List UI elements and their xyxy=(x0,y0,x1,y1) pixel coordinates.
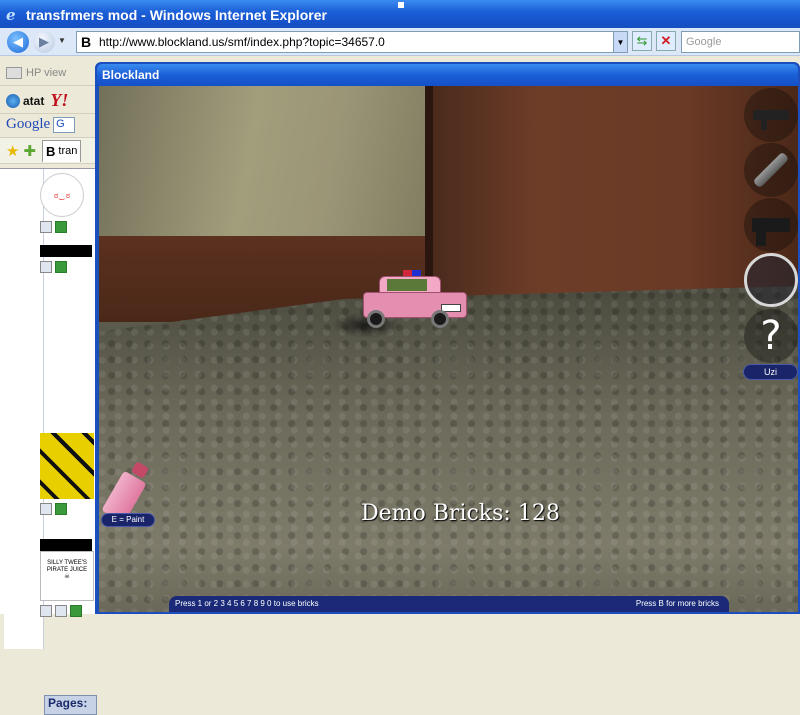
back-icon: ◀ xyxy=(13,34,23,49)
inventory-slot-selected[interactable] xyxy=(744,253,798,307)
favorites-bar: ★ ✚ Btran xyxy=(0,138,97,164)
post-avatar-1: ಠ‿ಠ xyxy=(40,173,97,233)
refresh-icon: ⇆ xyxy=(636,33,648,48)
brick-counter: Demo Bricks: 128 xyxy=(361,501,560,526)
inventory-slot-wrench[interactable] xyxy=(744,143,798,197)
browser-tab[interactable]: Btran xyxy=(42,139,82,162)
paint-hint: E = Paint xyxy=(101,513,155,527)
print-icon[interactable] xyxy=(55,605,67,617)
att-globe-icon xyxy=(6,93,20,108)
carpet-floor xyxy=(99,286,798,612)
wall-corner xyxy=(425,86,433,296)
post-avatar-4: SILLY TWEE'S PIRATE JUICE ☠ xyxy=(40,539,97,617)
back-button[interactable]: ◀ xyxy=(7,31,29,53)
brick-hint-right: Press B for more bricks xyxy=(635,599,719,608)
pages-label: Pages: xyxy=(44,695,97,715)
brick-hint-left: Press 1 or 2 3 4 5 6 7 8 9 0 to use bric… xyxy=(175,599,319,608)
forum-page: ಠ‿ಠ SILLY TWEE'S PIRATE JUICE ☠ Pages: xyxy=(0,168,97,715)
hp-view-icon xyxy=(6,66,22,79)
question-mark-icon: ? xyxy=(760,313,782,359)
att-label: atat xyxy=(23,93,45,108)
pink-car-vehicle[interactable] xyxy=(357,270,473,332)
edit-icon[interactable] xyxy=(70,605,82,617)
att-toolbar[interactable]: atat Y! xyxy=(0,88,97,114)
star-icon[interactable]: ★ xyxy=(6,142,19,160)
hp-view-label: HP view xyxy=(26,66,67,79)
inventory-slot-unknown[interactable]: ? xyxy=(744,309,798,363)
wood-wall xyxy=(429,86,798,296)
profile-icon[interactable] xyxy=(40,605,52,617)
tab-favicon: B xyxy=(46,143,56,159)
profile-icon[interactable] xyxy=(40,261,52,273)
google-logo: Google xyxy=(6,116,51,132)
add-favorite-icon[interactable]: ✚ xyxy=(23,142,36,160)
post-icons xyxy=(40,221,97,233)
blockland-title-bar[interactable]: Blockland xyxy=(97,64,798,86)
refresh-button[interactable]: ⇆ xyxy=(632,31,652,51)
car-window xyxy=(387,279,427,291)
edit-icon[interactable] xyxy=(55,261,67,273)
ie-logo-icon: e xyxy=(6,6,16,24)
plaster-wall xyxy=(99,86,431,236)
game-viewport[interactable]: ? Uzi E = Paint Demo Bricks: 128 Press 1… xyxy=(99,86,798,612)
brick-hint-bar: Press 1 or 2 3 4 5 6 7 8 9 0 to use bric… xyxy=(169,596,729,612)
wrench-icon xyxy=(752,151,790,189)
forward-icon: ▶ xyxy=(39,34,49,49)
stop-button[interactable]: ✕ xyxy=(656,31,676,51)
profile-icon[interactable] xyxy=(40,221,52,233)
website-icon[interactable] xyxy=(55,221,67,233)
address-url: http://www.blockland.us/smf/index.php?to… xyxy=(99,35,385,49)
selected-tool-label: Uzi xyxy=(743,364,798,380)
pirate-juice-avatar: SILLY TWEE'S PIRATE JUICE ☠ xyxy=(40,551,94,601)
yahoo-logo[interactable]: Y! xyxy=(50,90,68,111)
assault-rifle-icon xyxy=(753,110,789,130)
window-title: transfrmers mod - Windows Internet Explo… xyxy=(26,7,327,23)
inventory-slot-pistol[interactable] xyxy=(744,198,798,252)
site-favicon: B xyxy=(81,34,92,50)
post-icons xyxy=(40,605,97,617)
post-icons xyxy=(40,261,97,273)
hp-view-toolbar[interactable]: HP view xyxy=(0,60,97,86)
address-toolbar: ◀ ▶ ▼ B http://www.blockland.us/smf/inde… xyxy=(0,28,800,56)
avatar: ಠ‿ಠ xyxy=(40,173,84,217)
address-bar[interactable]: B http://www.blockland.us/smf/index.php?… xyxy=(76,31,628,53)
post-avatar-2 xyxy=(40,245,97,273)
car-wheel xyxy=(367,310,385,328)
google-toolbar: Google G xyxy=(0,112,97,138)
pirate-text: SILLY TWEE'S PIRATE JUICE xyxy=(46,560,88,573)
title-marker xyxy=(398,2,404,8)
edit-icon[interactable] xyxy=(55,503,67,515)
redacted-name xyxy=(40,539,92,551)
post-avatar-3 xyxy=(40,433,97,515)
inventory-slot-rifle[interactable] xyxy=(744,88,798,142)
stop-icon: ✕ xyxy=(660,33,672,48)
search-input[interactable]: Google xyxy=(681,31,800,53)
forum-side-column xyxy=(4,169,44,649)
profile-icon[interactable] xyxy=(40,503,52,515)
address-dropdown[interactable]: ▼ xyxy=(613,32,627,52)
browser-background: HP view atat Y! Google G ★ ✚ Btran ಠ‿ಠ S… xyxy=(0,56,97,715)
pistol-icon xyxy=(752,218,790,246)
avatar xyxy=(40,433,94,499)
post-icons xyxy=(40,503,97,515)
history-dropdown[interactable]: ▼ xyxy=(58,36,66,45)
blockland-window[interactable]: Blockland ? Uzi E = Paint Demo Bricks: 1… xyxy=(95,62,800,614)
google-search-dropdown[interactable]: G xyxy=(53,116,76,133)
forward-button[interactable]: ▶ xyxy=(33,31,55,53)
car-wheel xyxy=(431,310,449,328)
redacted-name xyxy=(40,245,92,257)
tab-label: tran xyxy=(58,145,78,157)
